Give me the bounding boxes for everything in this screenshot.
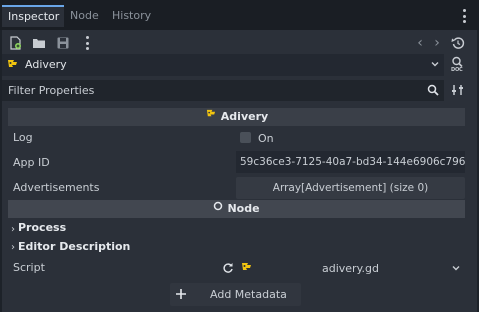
object-selector-label: Adivery: [25, 58, 67, 71]
subsection-process[interactable]: [10, 223, 465, 239]
doc-label: DOC: [451, 67, 463, 73]
node-circle-icon: [213, 199, 223, 217]
subsection-process-label: Process: [18, 221, 67, 234]
chevron-right-icon: ›: [11, 224, 15, 235]
filter-settings-icon[interactable]: [451, 83, 465, 97]
log-checkbox[interactable]: [240, 132, 251, 143]
filter-placeholder: Filter Properties: [8, 84, 95, 97]
plus-icon: [175, 288, 187, 300]
chevron-right-icon: ›: [11, 242, 15, 253]
chevron-down-icon[interactable]: [451, 263, 461, 273]
app-id-value: 59c36ce3-7125-40a7-bd34-144e6906c796: [240, 156, 466, 168]
section-adivery-label: Adivery: [220, 110, 269, 123]
section-node-label: Node: [227, 202, 260, 215]
log-label: Log: [13, 131, 33, 144]
open-folder-icon[interactable]: [32, 36, 46, 50]
search-icon: [427, 84, 439, 96]
reload-icon[interactable]: [222, 262, 234, 274]
tab-history[interactable]: History: [112, 5, 151, 27]
plugin-icon: [205, 107, 217, 125]
tab-inspector[interactable]: Inspector: [2, 5, 64, 27]
save-icon[interactable]: [56, 36, 70, 50]
app-id-label: App ID: [13, 156, 50, 169]
chevron-down-icon[interactable]: [430, 59, 440, 69]
object-menu-icon[interactable]: [85, 36, 89, 50]
history-forward-icon[interactable]: ›: [430, 36, 444, 50]
dock-menu-icon[interactable]: [462, 9, 466, 23]
object-selector[interactable]: [2, 54, 444, 76]
script-label: Script: [13, 261, 45, 274]
subsection-editor-description-label: Editor Description: [18, 240, 131, 253]
script-resource-icon: [240, 262, 253, 273]
history-back-icon[interactable]: ‹: [413, 36, 427, 50]
object-history-icon[interactable]: [451, 36, 465, 50]
new-resource-icon[interactable]: [8, 36, 22, 50]
script-file-name[interactable]: adivery.gd: [322, 262, 379, 275]
advertisements-array-label: Array[Advertisement] (size 0): [272, 182, 429, 194]
log-checkbox-label: On: [258, 132, 274, 145]
add-metadata-label: Add Metadata: [210, 288, 287, 301]
tab-node[interactable]: Node: [70, 5, 99, 27]
plugin-icon: [6, 59, 19, 70]
section-adivery[interactable]: Adivery: [8, 108, 465, 126]
section-node[interactable]: Node: [8, 200, 465, 218]
advertisements-label: Advertisements: [13, 181, 100, 194]
